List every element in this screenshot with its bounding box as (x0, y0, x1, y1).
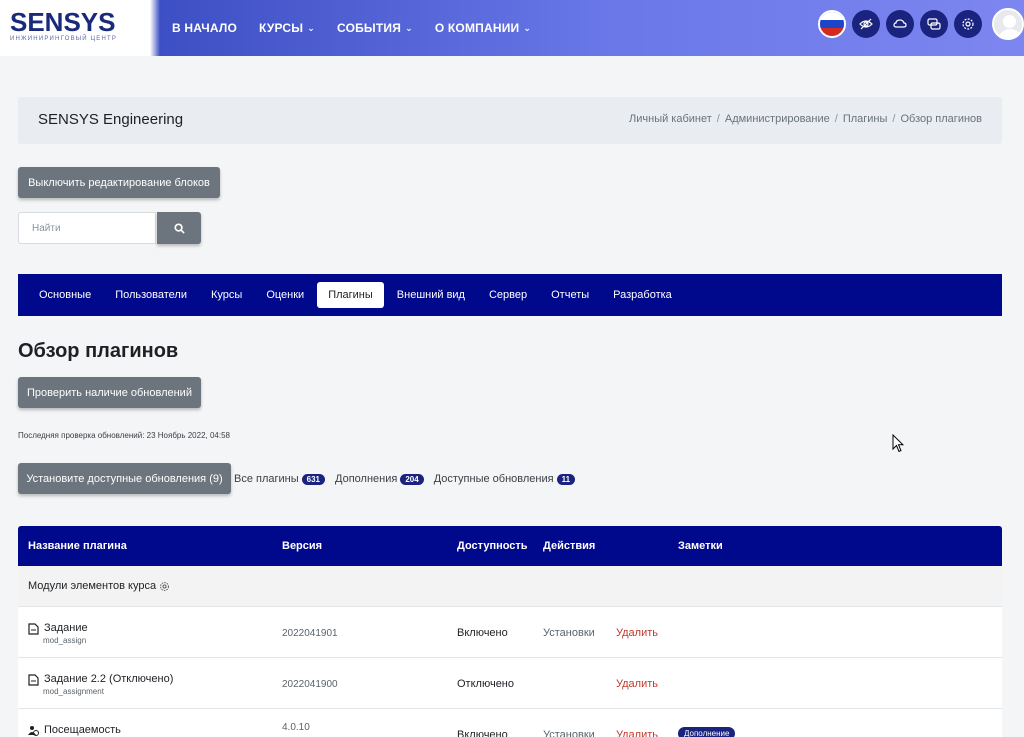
search-icon (173, 222, 185, 234)
attendance-icon (28, 726, 39, 736)
tab-users[interactable]: Пользователи (104, 282, 198, 308)
mouse-cursor-icon (892, 434, 904, 453)
filter-addons[interactable]: Дополнения 204 (335, 473, 424, 485)
column-header-name[interactable]: Название плагина (28, 540, 127, 552)
table-row: Посещаемость 4.0.10 Включено Установки У… (18, 709, 1002, 737)
avatar[interactable] (992, 8, 1024, 40)
page-title: Обзор плагинов (18, 340, 179, 362)
filter-available-updates[interactable]: Доступные обновления 11 (434, 473, 576, 485)
count-badge: 11 (556, 473, 576, 485)
last-check-text: Последняя проверка обновлений: 23 Ноябрь… (18, 431, 230, 440)
chat-icon[interactable] (920, 10, 948, 38)
breadcrumb-item[interactable]: Администрирование (725, 113, 830, 125)
plugins-table: Название плагина Версия Доступность Дейс… (18, 526, 1002, 737)
tab-courses[interactable]: Курсы (200, 282, 253, 308)
plugin-version: 2022041901 (282, 628, 338, 639)
table-row: Задание 2.2 (Отключено) mod_assignment 2… (18, 658, 1002, 709)
page-header: SENSYS Engineering Личный кабинет / Адми… (18, 97, 1002, 144)
tab-development[interactable]: Разработка (602, 282, 683, 308)
tab-appearance[interactable]: Внешний вид (386, 282, 476, 308)
plugin-group-row: Модули элементов курса (18, 566, 1002, 607)
gear-icon[interactable] (159, 581, 170, 592)
plugin-version: 2022041900 (282, 679, 338, 690)
gear-icon[interactable] (954, 10, 982, 38)
cloud-icon[interactable] (886, 10, 914, 38)
plugin-name: Посещаемость (44, 724, 121, 736)
assignment-icon (28, 674, 39, 686)
plugin-code: mod_assign (43, 636, 87, 645)
check-updates-button[interactable]: Проверить наличие обновлений (18, 377, 201, 408)
column-header-availability: Доступность (457, 540, 528, 552)
table-header: Название плагина Версия Доступность Дейс… (18, 526, 1002, 566)
chevron-down-icon: ⌄ (523, 22, 532, 33)
breadcrumb-item-current: Обзор плагинов (900, 113, 982, 125)
admin-tabs: Основные Пользователи Курсы Оценки Плаги… (18, 274, 1002, 316)
plugin-delete-link[interactable]: Удалить (616, 627, 658, 639)
breadcrumb: Личный кабинет / Администрирование / Пла… (629, 113, 982, 125)
nav-icon-group (818, 8, 1024, 40)
assignment-icon (28, 623, 39, 635)
plugin-status: Включено (457, 627, 508, 639)
tab-server[interactable]: Сервер (478, 282, 538, 308)
breadcrumb-separator: / (834, 113, 838, 125)
top-navbar: SENSYS ИНЖИНИРИНГОВЫЙ ЦЕНТР В НАЧАЛО КУР… (0, 0, 1024, 56)
nav-item-about[interactable]: О КОМПАНИИ ⌄ (435, 21, 531, 35)
plugin-code: mod_assignment (43, 687, 104, 696)
breadcrumb-separator: / (716, 113, 720, 125)
nav-item-events[interactable]: СОБЫТИЯ ⌄ (337, 21, 413, 35)
plugin-settings-link[interactable]: Установки (543, 729, 595, 737)
addon-badge: Дополнение (678, 727, 736, 737)
plugin-delete-link[interactable]: Удалить (616, 678, 658, 690)
filter-all-plugins[interactable]: Все плагины 631 (234, 473, 326, 485)
plugin-status: Включено (457, 729, 508, 737)
plugin-name: Задание (44, 622, 88, 634)
breadcrumb-item[interactable]: Плагины (843, 113, 888, 125)
tab-grades[interactable]: Оценки (255, 282, 315, 308)
plugin-status: Отключено (457, 678, 514, 690)
tab-reports[interactable]: Отчеты (540, 282, 600, 308)
plugin-name: Задание 2.2 (Отключено) (44, 673, 174, 685)
nav-item-courses[interactable]: КУРСЫ ⌄ (259, 21, 315, 35)
breadcrumb-item[interactable]: Личный кабинет (629, 113, 712, 125)
main-menu: В НАЧАЛО КУРСЫ ⌄ СОБЫТИЯ ⌄ О КОМПАНИИ ⌄ (172, 0, 531, 56)
site-title: SENSYS Engineering (38, 111, 184, 128)
plugin-delete-link[interactable]: Удалить (616, 729, 658, 737)
tab-general[interactable]: Основные (28, 282, 102, 308)
plugin-filters: Все плагины 631 Дополнения 204 Доступные о… (234, 473, 581, 485)
logo[interactable]: SENSYS ИНЖИНИРИНГОВЫЙ ЦЕНТР (10, 8, 145, 48)
chevron-down-icon: ⌄ (405, 22, 413, 33)
nav-item-home[interactable]: В НАЧАЛО (172, 21, 237, 35)
column-header-notes: Заметки (678, 540, 723, 552)
install-updates-button[interactable]: Установите доступные обновления (9) (18, 463, 231, 494)
column-header-actions: Действия (543, 540, 596, 552)
plugin-version: 4.0.10 (282, 722, 310, 733)
breadcrumb-separator: / (892, 113, 896, 125)
search-button[interactable] (157, 212, 201, 244)
count-badge: 631 (301, 473, 326, 485)
russia-flag-icon[interactable] (818, 10, 846, 38)
tab-plugins[interactable]: Плагины (317, 282, 384, 308)
toggle-block-editing-button[interactable]: Выключить редактирование блоков (18, 167, 220, 198)
logo-tagline: ИНЖИНИРИНГОВЫЙ ЦЕНТР (10, 36, 118, 42)
search-input[interactable]: Найти (18, 212, 156, 244)
group-label: Модули элементов курса (28, 580, 157, 592)
column-header-version: Версия (282, 540, 323, 552)
logo-brand: SENSYS (10, 7, 116, 37)
eye-slash-icon[interactable] (852, 10, 880, 38)
plugin-settings-link[interactable]: Установки (543, 627, 595, 639)
count-badge: 204 (400, 473, 424, 485)
chevron-down-icon: ⌄ (307, 22, 315, 33)
table-row: Задание mod_assign 2022041901 Включено У… (18, 607, 1002, 658)
